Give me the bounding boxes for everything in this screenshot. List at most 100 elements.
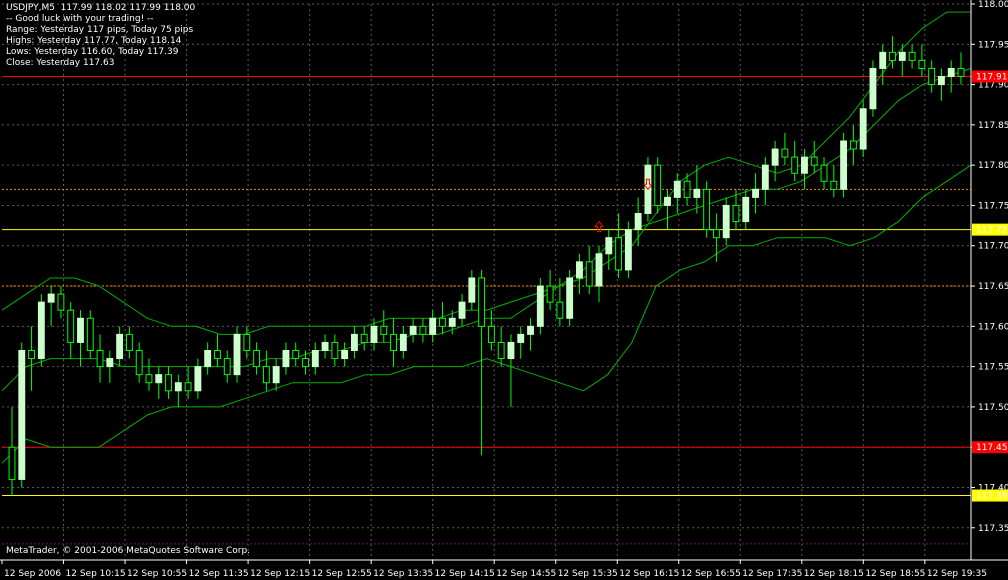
copyright-text: MetaTrader, © 2001-2006 MetaQuotes Softw… (6, 546, 251, 556)
candle-body (116, 333, 124, 360)
candle-body (96, 349, 104, 368)
price-chart[interactable]: 118.00117.95117.90117.85117.80117.75117.… (0, 0, 1008, 580)
candle-body (810, 156, 818, 166)
candle-body (497, 341, 505, 360)
candle-body (781, 148, 789, 158)
candle-body (840, 140, 848, 190)
info-line-2: Range: Yesterday 117 pips, Today 75 pips (6, 25, 194, 35)
price-axis-label: 117.80 (978, 161, 1008, 171)
candle-body (928, 67, 936, 86)
candle-body (478, 277, 486, 327)
candle-body (527, 325, 534, 335)
candle-body (556, 301, 564, 319)
level-price-label: 117.72 (976, 226, 1008, 236)
candle-body (57, 293, 65, 311)
candle-body (262, 366, 270, 384)
info-line-1: -- Good luck with your trading! -- (6, 14, 154, 24)
candle-body (898, 51, 906, 61)
candle-body (957, 67, 965, 78)
candle-body (654, 164, 662, 206)
candle-body (77, 317, 84, 343)
candle-body (321, 341, 329, 351)
candle-body (419, 325, 427, 335)
price-axis-label: 117.55 (978, 363, 1008, 373)
candle-body (673, 180, 681, 198)
candle-body (918, 59, 926, 69)
price-axis-label: 118.00 (978, 0, 1008, 10)
price-axis-label: 117.70 (978, 242, 1008, 252)
time-axis-label: 12 Sep 15:35 (558, 569, 618, 579)
candle-body (8, 446, 16, 480)
candle-body (194, 366, 202, 392)
time-axis-label: 12 Sep 10:15 (66, 569, 126, 579)
time-axis-label: 12 Sep 16:55 (681, 569, 741, 579)
level-price-label: 117.91 (976, 73, 1008, 83)
candle-body (155, 374, 163, 384)
candle-body (243, 333, 251, 351)
candle-body (585, 261, 593, 287)
candle-body (712, 229, 720, 239)
candle-body (214, 349, 221, 360)
candle-body (703, 188, 711, 231)
candle-body (869, 67, 877, 110)
price-axis-label: 117.50 (978, 403, 1008, 413)
candle-body (331, 341, 339, 360)
bollinger-lower-line (1, 164, 972, 464)
time-axis-label: 12 Sep 10:55 (127, 569, 187, 579)
price-axis-label: 117.85 (978, 121, 1008, 131)
candle-body (791, 156, 799, 174)
time-axis-label: 12 Sep 11:35 (189, 569, 249, 579)
candle-body (37, 301, 45, 360)
candle-body (605, 237, 613, 255)
candle-body (801, 156, 808, 174)
level-price-label: 117.45 (976, 443, 1008, 453)
candle-body (47, 293, 55, 303)
candle-body (165, 374, 172, 392)
candle-body (135, 349, 143, 376)
candle-body (634, 213, 642, 231)
time-axis-label: 12 Sep 17:35 (742, 569, 802, 579)
candle-body (448, 317, 456, 327)
candle-body (125, 333, 133, 351)
time-axis-label: 12 Sep 18:15 (804, 569, 864, 579)
candle-body (722, 204, 730, 239)
price-axis-label: 117.95 (978, 40, 1008, 50)
candle-body (624, 229, 632, 271)
candle-body (615, 237, 623, 271)
candle-body (517, 333, 525, 343)
candle-body (253, 349, 261, 368)
time-axis-label: 12 Sep 14:15 (435, 569, 495, 579)
candle-body (106, 358, 114, 368)
candle-body (859, 108, 867, 150)
candle-body (409, 325, 417, 335)
candle-body (683, 180, 691, 198)
info-line-5: Close: Yesterday 117.63 (6, 58, 115, 68)
candle-body (693, 188, 701, 198)
candle-body (67, 309, 75, 343)
candle-body (292, 349, 300, 360)
candle-body (546, 285, 554, 303)
time-axis-label: 12 Sep 18:55 (865, 569, 925, 579)
candle-body (732, 204, 740, 223)
candle-body (399, 333, 407, 351)
candle-body (761, 164, 769, 190)
candle-body (458, 301, 466, 319)
candle-body (18, 349, 26, 480)
candle-body (390, 333, 397, 351)
candle-body (184, 382, 192, 392)
candle-body (272, 366, 280, 384)
candle-body (302, 358, 309, 368)
price-axis-label: 117.35 (978, 524, 1008, 534)
chart-window[interactable]: 118.00 117.95 117.90 117.85 117.80 117.75 117.… (0, 0, 1008, 580)
candle-body (380, 325, 388, 335)
time-axis-label: 12 Sep 2006 (4, 569, 61, 579)
time-axis-label: 12 Sep 16:15 (619, 569, 679, 579)
candle-body (439, 317, 446, 327)
symbol-quote-line: USDJPY,M5 117.99 118.02 117.99 118.00 (6, 3, 196, 13)
candle-body (947, 67, 955, 78)
candle-body (566, 277, 574, 319)
level-price-label: 117.39 (976, 492, 1008, 502)
candle-body (468, 277, 476, 303)
time-axis-label: 12 Sep 13:35 (373, 569, 433, 579)
candle-body (360, 333, 368, 343)
